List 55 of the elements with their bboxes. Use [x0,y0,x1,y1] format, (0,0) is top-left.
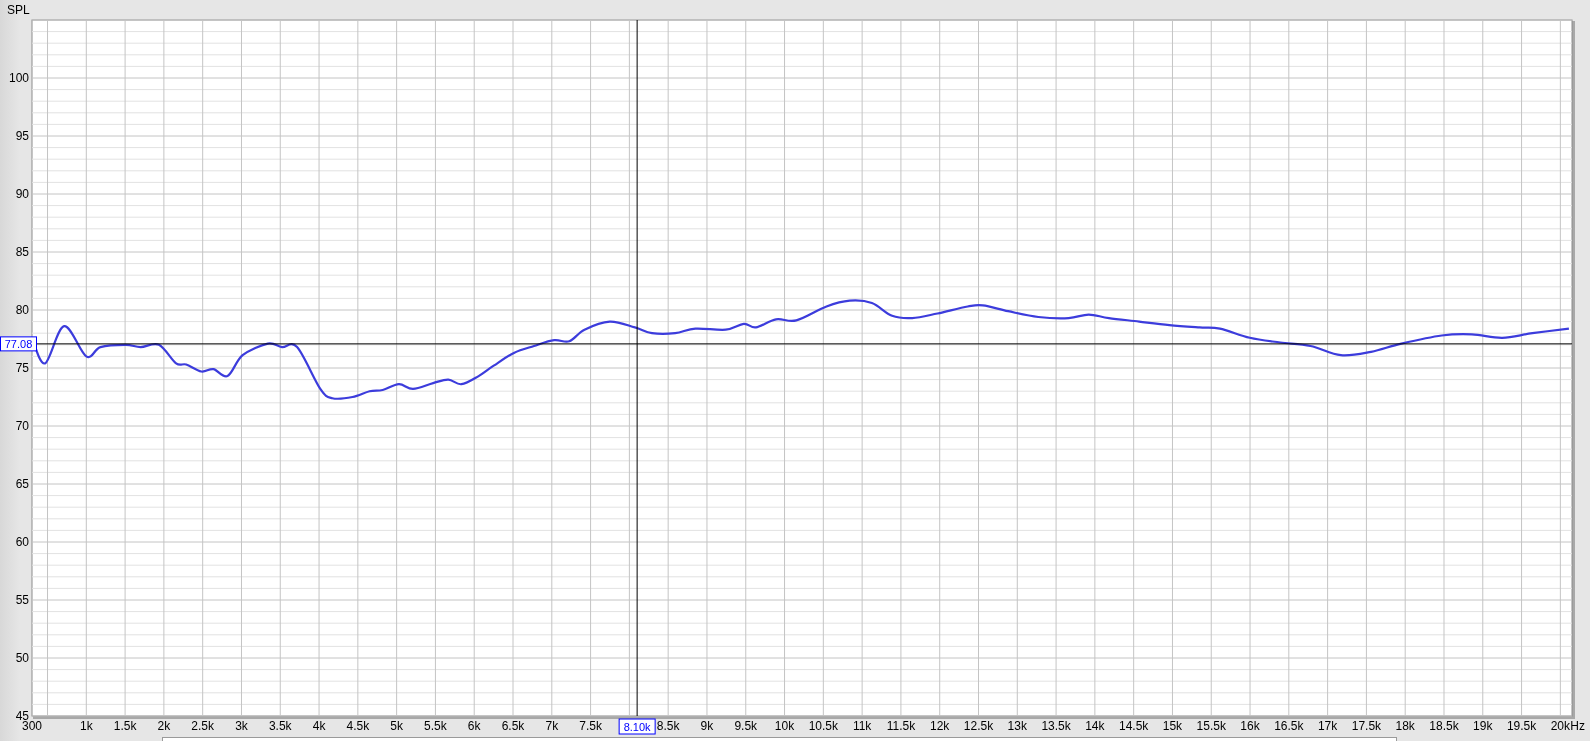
axis-label: 20k [1550,719,1571,733]
axis-label: 50 [15,651,29,665]
axis-label: 5.5k [424,719,447,733]
axis-label: 2.5k [191,719,214,733]
axis-title: SPL [7,3,30,17]
axis-label: 15.5k [1196,719,1226,733]
axis-label: 85 [15,245,29,259]
axis-label: 90 [15,187,29,201]
axis-label: 9k [700,719,714,733]
axis-label: 60 [15,535,29,549]
axis-label: 13.5k [1041,719,1071,733]
axis-label: 19k [1473,719,1493,733]
axis-label: 65 [15,477,29,491]
axis-label: 14k [1085,719,1105,733]
axis-label: 16.5k [1274,719,1304,733]
axis-label: 8.5k [656,719,680,733]
axis-label: 4.5k [346,719,370,733]
axis-label: 11k [852,719,872,733]
cursor-readout: 77.08 [0,336,37,352]
axis-label: 9.5k [734,719,758,733]
axis-label: 2k [157,719,171,733]
axis-label: 95 [15,129,29,143]
axis-label: 16k [1240,719,1260,733]
axis-label: 18.5k [1429,719,1459,733]
axis-label: 3.5k [268,719,292,733]
axis-label: 6.5k [501,719,525,733]
axis-label: 5k [390,719,403,733]
axis-label: 1k [79,719,93,733]
axis-label: 17k [1317,719,1338,733]
axis-label: 12.5k [963,719,994,733]
axis-label: 14.5k [1119,719,1149,733]
axis-label: 15k [1162,719,1183,733]
ref-line-label: 8.10k [623,720,652,733]
axis-label: 10.5k [808,719,838,733]
axis-label: 6k [467,719,481,733]
axis-label: 18k [1395,719,1415,733]
axis-label: 10k [774,719,795,733]
axis-unit: Hz [1570,719,1586,733]
axis-label: 17.5k [1351,719,1382,733]
axis-label: 70 [15,419,29,433]
axis-label: 80 [15,303,29,317]
axis-label: 4k [312,719,326,733]
axis-label: 1.5k [113,719,137,733]
axis-label: 19.5k [1506,719,1537,733]
ref-line-label: 77.08 [4,337,33,350]
axis-label: 75 [15,361,29,375]
axis-label: 100 [8,71,29,85]
axis-label: 13k [1007,719,1027,733]
axis-label: 12k [930,719,950,733]
axis-label: 7.5k [579,719,602,733]
axis-label: 11.5k [886,719,916,733]
axis-label: 7k [545,719,559,733]
axis-label: 3k [235,719,248,733]
axis-label: 55 [15,593,29,607]
cursor-readout: 8.10k [618,718,656,735]
